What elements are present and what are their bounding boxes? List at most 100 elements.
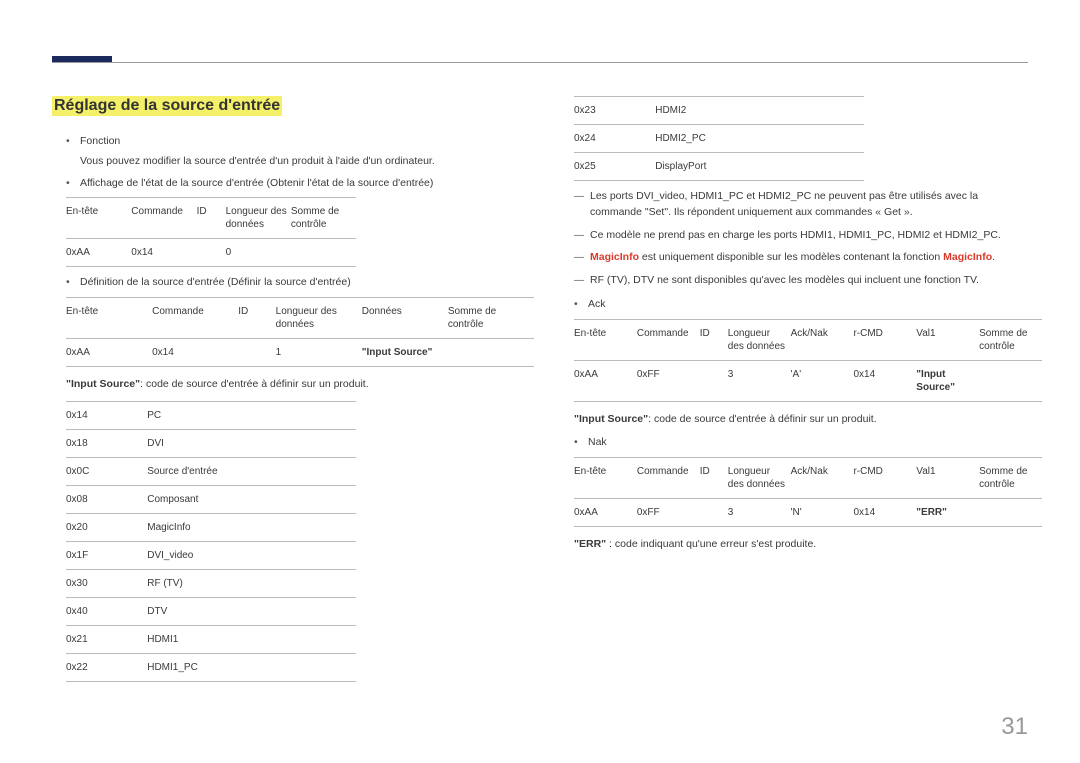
code-cell: 0x14 <box>66 401 147 429</box>
table-codes-left: 0x14PC0x18DVI0x0CSource d'entrée0x08Comp… <box>66 401 356 682</box>
code-cell: 0x08 <box>66 485 147 513</box>
code-value: DTV <box>147 597 356 625</box>
code-value: HDMI2_PC <box>655 125 864 153</box>
note-input-source: "Input Source": code de source d'entrée … <box>66 377 520 393</box>
bullet-set-source: Définition de la source d'entrée (Défini… <box>66 275 520 291</box>
td: 0xFF <box>637 499 700 527</box>
table-get: En-tête Commande ID Longueur des données… <box>66 197 356 267</box>
code-cell: 0x40 <box>66 597 147 625</box>
table-row: 0x40DTV <box>66 597 356 625</box>
td: 0xAA <box>66 339 152 367</box>
td <box>700 499 728 527</box>
code-value: DVI_video <box>147 541 356 569</box>
th: Commande <box>637 458 700 499</box>
dash-item-magicinfo: MagicInfo est uniquement disponible sur … <box>574 250 1028 266</box>
td: 1 <box>276 339 362 367</box>
bullet-ack: Ack <box>574 297 1028 313</box>
table-row: 0x18DVI <box>66 429 356 457</box>
left-column: Réglage de la source d'entrée Fonction V… <box>52 96 520 690</box>
th: En-tête <box>574 458 637 499</box>
th: Ack/Nak <box>791 458 854 499</box>
code-value: Source d'entrée <box>147 457 356 485</box>
code-value: HDMI1 <box>147 625 356 653</box>
code-value: MagicInfo <box>147 513 356 541</box>
td: 0x14 <box>853 360 916 401</box>
dash-item: Ce modèle ne prend pas en charge les por… <box>574 228 1028 244</box>
th: Val1 <box>916 458 979 499</box>
th: Somme de contrôle <box>291 198 356 239</box>
table-row: 0x21HDMI1 <box>66 625 356 653</box>
table-nak: En-tête Commande ID Longueur des données… <box>574 457 1042 527</box>
td: "Input Source" <box>916 360 979 401</box>
bullet-label: Fonction <box>80 135 120 147</box>
th: En-tête <box>66 198 131 239</box>
note-input-source-2: "Input Source": code de source d'entrée … <box>574 412 1028 428</box>
td: 0xAA <box>66 239 131 267</box>
td <box>448 339 534 367</box>
dash-item: Les ports DVI_video, HDMI1_PC et HDMI2_P… <box>574 189 1028 221</box>
td: "ERR" <box>916 499 979 527</box>
td: 0xAA <box>574 360 637 401</box>
th: ID <box>700 319 728 360</box>
table-row: 0x22HDMI1_PC <box>66 653 356 681</box>
td: 0x14 <box>853 499 916 527</box>
td <box>238 339 275 367</box>
code-cell: 0x30 <box>66 569 147 597</box>
th: ID <box>700 458 728 499</box>
td: 0x14 <box>152 339 238 367</box>
td <box>979 499 1042 527</box>
code-value: DVI <box>147 429 356 457</box>
right-column: 0x23HDMI20x24HDMI2_PC0x25DisplayPort Les… <box>560 96 1028 690</box>
code-cell: 0x1F <box>66 541 147 569</box>
code-cell: 0x20 <box>66 513 147 541</box>
th: Longueur des données <box>226 198 291 239</box>
code-cell: 0x22 <box>66 653 147 681</box>
dash-list: Les ports DVI_video, HDMI1_PC et HDMI2_P… <box>574 189 1028 289</box>
td: 0xFF <box>637 360 700 401</box>
bullet-nak: Nak <box>574 435 1028 451</box>
td: "Input Source" <box>362 339 448 367</box>
td: 0x14 <box>131 239 196 267</box>
bullet-nak-label: Nak <box>574 435 1028 451</box>
text: : code indiquant qu'une erreur s'est pro… <box>606 538 816 550</box>
code-cell: 0x24 <box>574 125 655 153</box>
td: 0 <box>226 239 291 267</box>
td: 'N' <box>791 499 854 527</box>
magicinfo-term: MagicInfo <box>943 251 992 263</box>
table-row: 0x23HDMI2 <box>574 97 864 125</box>
text: . <box>992 251 995 263</box>
table-row: 0x25DisplayPort <box>574 153 864 181</box>
th: En-tête <box>66 298 152 339</box>
content-columns: Réglage de la source d'entrée Fonction V… <box>52 0 1028 690</box>
th: ID <box>238 298 275 339</box>
th: Commande <box>131 198 196 239</box>
th: Données <box>362 298 448 339</box>
bullet-list-2: Définition de la source d'entrée (Défini… <box>66 275 520 291</box>
th: En-tête <box>574 319 637 360</box>
text: est uniquement disponible sur les modèle… <box>639 251 943 263</box>
th: Longueur des données <box>728 458 791 499</box>
th: Longueur des données <box>276 298 362 339</box>
code-value: Composant <box>147 485 356 513</box>
table-row: 0x20MagicInfo <box>66 513 356 541</box>
code-value: PC <box>147 401 356 429</box>
table-codes-right: 0x23HDMI20x24HDMI2_PC0x25DisplayPort <box>574 96 864 181</box>
th: Commande <box>152 298 238 339</box>
note-err: "ERR" : code indiquant qu'une erreur s'e… <box>574 537 1028 553</box>
table-row: 0x24HDMI2_PC <box>574 125 864 153</box>
th: Ack/Nak <box>791 319 854 360</box>
bullet-desc: Vous pouvez modifier la source d'entrée … <box>80 154 520 170</box>
err-term: "ERR" <box>574 538 606 550</box>
th: Val1 <box>916 319 979 360</box>
th: r-CMD <box>853 458 916 499</box>
table-row: 0x1FDVI_video <box>66 541 356 569</box>
table-row: 0x14PC <box>66 401 356 429</box>
bullet-list-1: Fonction Vous pouvez modifier la source … <box>66 134 520 191</box>
header-rule <box>52 62 1028 63</box>
th: ID <box>197 198 226 239</box>
th: Commande <box>637 319 700 360</box>
bullet-fonction: Fonction Vous pouvez modifier la source … <box>66 134 520 170</box>
th: Somme de contrôle <box>448 298 534 339</box>
th: Somme de contrôle <box>979 458 1042 499</box>
td: 3 <box>728 499 791 527</box>
